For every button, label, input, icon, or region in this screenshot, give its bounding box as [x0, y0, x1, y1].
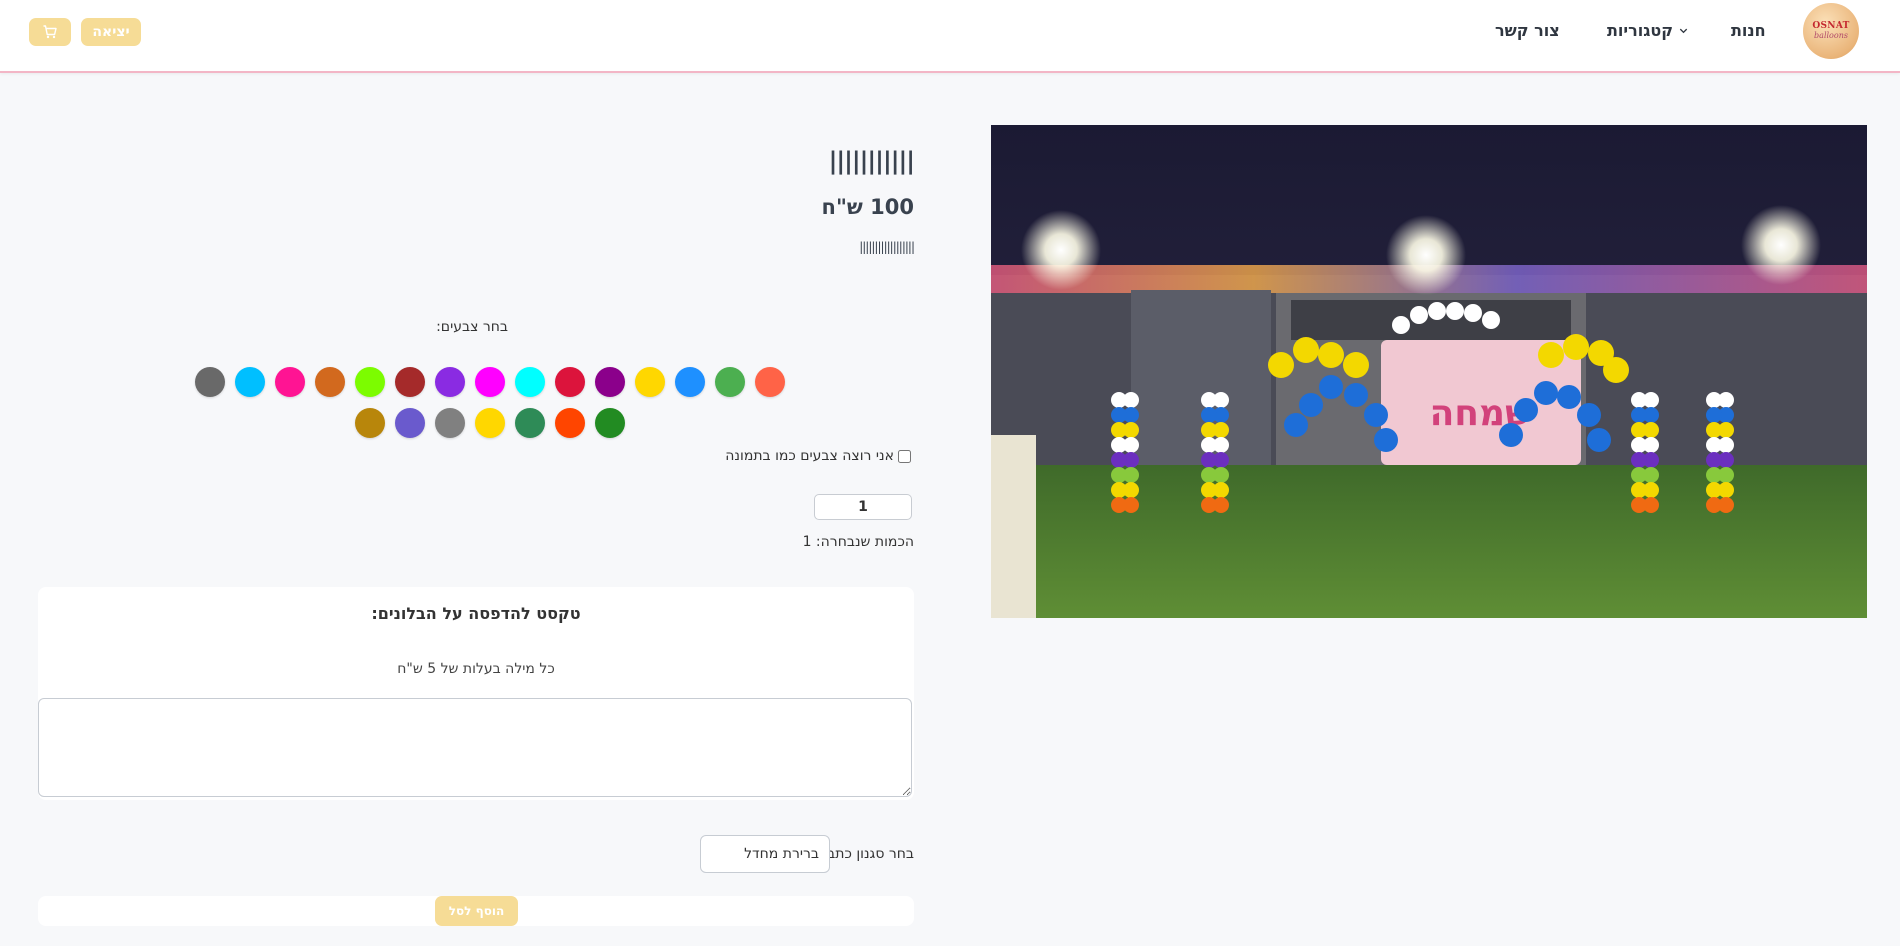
- color-swatch[interactable]: [475, 367, 505, 397]
- color-swatch[interactable]: [355, 367, 385, 397]
- color-swatch[interactable]: [395, 408, 425, 438]
- product-description: ||||||||||||||||||: [859, 240, 915, 254]
- color-swatch[interactable]: [355, 408, 385, 438]
- color-swatch[interactable]: [275, 367, 305, 397]
- color-swatches-row-2: [355, 408, 625, 438]
- same-colors-label: אני רוצה צבעים כמו בתמונה: [725, 448, 894, 464]
- nav-categories-label: קטגוריות: [1607, 21, 1674, 40]
- nav-categories-dropdown[interactable]: קטגוריות: [1607, 21, 1689, 40]
- color-swatch[interactable]: [195, 367, 225, 397]
- quantity-input[interactable]: [814, 494, 912, 520]
- color-swatch[interactable]: [475, 408, 505, 438]
- product-image: שמחה: [991, 125, 1867, 618]
- nav-contact-link[interactable]: צור קשר: [1495, 21, 1560, 40]
- color-swatch[interactable]: [395, 367, 425, 397]
- color-swatch[interactable]: [595, 367, 625, 397]
- color-swatch[interactable]: [435, 408, 465, 438]
- chevron-down-icon: [1679, 28, 1688, 34]
- color-swatch[interactable]: [235, 367, 265, 397]
- logout-button[interactable]: יציאה: [81, 18, 141, 46]
- same-colors-checkbox[interactable]: [898, 449, 911, 463]
- nav-shop-link[interactable]: חנות: [1731, 21, 1766, 40]
- add-to-cart-button[interactable]: הוסף לסל: [435, 896, 518, 926]
- print-text-price-note: כל מילה בעלות של 5 ש"ח: [397, 661, 555, 677]
- product-title: |||||||||||: [828, 147, 915, 175]
- color-swatch[interactable]: [315, 367, 345, 397]
- color-swatch[interactable]: [435, 367, 465, 397]
- site-logo[interactable]: OSNAT balloons: [1803, 3, 1859, 59]
- font-style-label: בחר סגנון כתב:: [822, 846, 914, 862]
- logo-subtext: balloons: [1814, 31, 1848, 40]
- color-swatch[interactable]: [595, 408, 625, 438]
- color-swatch[interactable]: [755, 367, 785, 397]
- print-text-textarea[interactable]: [38, 698, 912, 797]
- product-price: 100 ש"ח: [821, 195, 914, 219]
- color-swatches-row-1: [195, 367, 785, 397]
- cart-icon: [43, 25, 57, 39]
- choose-colors-label: בחר צבעים:: [436, 319, 508, 335]
- selected-quantity-label: הכמות שנבחרה: 1: [802, 534, 914, 550]
- same-colors-option[interactable]: אני רוצה צבעים כמו בתמונה: [725, 448, 911, 464]
- color-swatch[interactable]: [635, 367, 665, 397]
- color-swatch[interactable]: [555, 408, 585, 438]
- color-swatch[interactable]: [515, 367, 545, 397]
- logo-text: OSNAT: [1812, 21, 1850, 31]
- top-navbar: OSNAT balloons חנות קטגוריות צור קשר יצי…: [0, 0, 1900, 73]
- color-swatch[interactable]: [675, 367, 705, 397]
- balloon-decor-photo: שמחה: [991, 125, 1867, 618]
- font-style-select[interactable]: ברירת מחדל: [700, 835, 830, 873]
- cart-button[interactable]: [29, 18, 71, 46]
- print-text-title: טקסט להדפסה על הבלונים:: [371, 604, 581, 623]
- color-swatch[interactable]: [515, 408, 545, 438]
- color-swatch[interactable]: [555, 367, 585, 397]
- color-swatch[interactable]: [715, 367, 745, 397]
